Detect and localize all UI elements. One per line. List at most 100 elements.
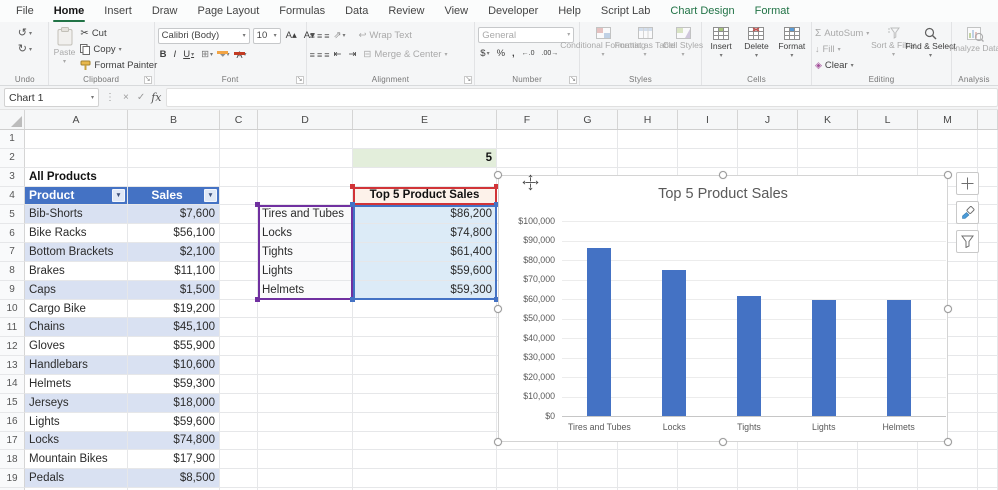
cell-partial[interactable] xyxy=(978,130,998,149)
align-bottom-button[interactable]: ≡ xyxy=(324,31,328,41)
increase-font-button[interactable]: A▴ xyxy=(284,30,299,41)
accounting-format-button[interactable]: $▾ xyxy=(478,48,491,59)
cell-C13[interactable] xyxy=(220,356,258,375)
cell-D19[interactable] xyxy=(258,469,353,488)
cell-F19[interactable] xyxy=(497,469,558,488)
font-name-select[interactable]: Calibri (Body)▾ xyxy=(158,28,250,44)
ribbon-tab-script-lab[interactable]: Script Lab xyxy=(591,0,661,22)
cell-E2[interactable]: 5 xyxy=(353,149,497,168)
cell-I18[interactable] xyxy=(678,450,738,469)
cell-K19[interactable] xyxy=(798,469,858,488)
confirm-entry-button[interactable]: ✓ xyxy=(135,92,147,103)
align-right-button[interactable]: ≡ xyxy=(324,50,328,60)
cell-A13[interactable]: Handlebars xyxy=(25,356,128,375)
font-color-button[interactable]: A▾ xyxy=(234,51,248,59)
cell-M19[interactable] xyxy=(918,469,978,488)
cell-partial[interactable] xyxy=(978,413,998,432)
cell-A12[interactable]: Gloves xyxy=(25,337,128,356)
cell-A5[interactable]: Bib-Shorts xyxy=(25,205,128,224)
format-as-table-button[interactable]: Format as Table▾ xyxy=(626,25,664,60)
cell-D8[interactable]: Lights xyxy=(258,262,353,281)
cell-A17[interactable]: Locks xyxy=(25,432,128,451)
cell-A9[interactable]: Caps xyxy=(25,281,128,300)
cell-A10[interactable]: Cargo Bike xyxy=(25,300,128,319)
cell-C2[interactable] xyxy=(220,149,258,168)
ribbon-tab-home[interactable]: Home xyxy=(44,0,95,22)
merge-center-button[interactable]: ⊟Merge & Center▾ xyxy=(363,47,447,62)
align-center-button[interactable]: ≡ xyxy=(317,50,321,60)
cell-E13[interactable] xyxy=(353,356,497,375)
ribbon-tab-view[interactable]: View xyxy=(434,0,478,22)
cell-D14[interactable] xyxy=(258,375,353,394)
column-header-J[interactable]: J xyxy=(738,110,798,129)
chart-resize-handle[interactable] xyxy=(719,438,727,446)
ribbon-tab-help[interactable]: Help xyxy=(548,0,591,22)
cell-D2[interactable] xyxy=(258,149,353,168)
cell-G1[interactable] xyxy=(558,130,618,149)
cell-partial[interactable] xyxy=(978,375,998,394)
cell-E3[interactable] xyxy=(353,168,497,187)
cell-K2[interactable] xyxy=(798,149,858,168)
cell-F1[interactable] xyxy=(497,130,558,149)
ribbon-tab-draw[interactable]: Draw xyxy=(142,0,188,22)
cell-L19[interactable] xyxy=(858,469,918,488)
cell-C10[interactable] xyxy=(220,300,258,319)
delete-cells-button[interactable]: Delete▾ xyxy=(740,25,772,61)
filter-dropdown-icon[interactable]: ▼ xyxy=(204,189,217,202)
column-header-K[interactable]: K xyxy=(798,110,858,129)
cell-C16[interactable] xyxy=(220,413,258,432)
cell-partial[interactable] xyxy=(978,243,998,262)
format-painter-button[interactable]: Format Painter xyxy=(80,58,157,73)
cell-A6[interactable]: Bike Racks xyxy=(25,224,128,243)
increase-indent-button[interactable]: ⇥ xyxy=(346,49,358,60)
ribbon-tab-file[interactable]: File xyxy=(6,0,44,22)
cell-B7[interactable]: $2,100 xyxy=(128,243,220,262)
cell-C14[interactable] xyxy=(220,375,258,394)
column-header-A[interactable]: A xyxy=(25,110,128,129)
chart-resize-handle[interactable] xyxy=(719,171,727,179)
cell-A16[interactable]: Lights xyxy=(25,413,128,432)
cell-A15[interactable]: Jerseys xyxy=(25,394,128,413)
cell-B3[interactable] xyxy=(128,168,220,187)
cell-E12[interactable] xyxy=(353,337,497,356)
align-middle-button[interactable]: ≡ xyxy=(317,31,321,41)
column-header-B[interactable]: B xyxy=(128,110,220,129)
copy-button[interactable]: Copy▾ xyxy=(80,42,157,57)
cell-B18[interactable]: $17,900 xyxy=(128,450,220,469)
cell-B16[interactable]: $59,600 xyxy=(128,413,220,432)
format-cells-button[interactable]: Format▾ xyxy=(776,25,808,61)
cell-B8[interactable]: $11,100 xyxy=(128,262,220,281)
row-header-18[interactable]: 18 xyxy=(0,450,25,469)
cell-B11[interactable]: $45,100 xyxy=(128,318,220,337)
column-header-G[interactable]: G xyxy=(558,110,618,129)
cell-E10[interactable] xyxy=(353,300,497,319)
decrease-decimal-button[interactable]: .00→ xyxy=(540,50,561,57)
cell-B5[interactable]: $7,600 xyxy=(128,205,220,224)
dialog-launcher-icon[interactable]: ↘ xyxy=(296,76,304,84)
cell-E19[interactable] xyxy=(353,469,497,488)
cell-partial[interactable] xyxy=(978,149,998,168)
cell-D7[interactable]: Tights xyxy=(258,243,353,262)
cell-partial[interactable] xyxy=(978,281,998,300)
ribbon-tab-formulas[interactable]: Formulas xyxy=(269,0,335,22)
cell-D9[interactable]: Helmets xyxy=(258,281,353,300)
analyze-data-button[interactable]: Analyze Data xyxy=(955,25,995,55)
column-header-M[interactable]: M xyxy=(918,110,978,129)
cell-C3[interactable] xyxy=(220,168,258,187)
cell-H19[interactable] xyxy=(618,469,678,488)
font-size-select[interactable]: 10▾ xyxy=(253,28,281,44)
cell-A1[interactable] xyxy=(25,130,128,149)
row-header-10[interactable]: 10 xyxy=(0,300,25,319)
cell-E16[interactable] xyxy=(353,413,497,432)
chart-resize-handle[interactable] xyxy=(944,438,952,446)
cell-partial[interactable] xyxy=(978,394,998,413)
chart-filters-button[interactable] xyxy=(956,230,979,253)
column-header-C[interactable]: C xyxy=(220,110,258,129)
cell-A7[interactable]: Bottom Brackets xyxy=(25,243,128,262)
row-header-15[interactable]: 15 xyxy=(0,394,25,413)
ribbon-tab-developer[interactable]: Developer xyxy=(478,0,548,22)
cell-D18[interactable] xyxy=(258,450,353,469)
cut-button[interactable]: ✂Cut xyxy=(80,26,157,41)
name-box[interactable]: Chart 1▾ xyxy=(4,88,99,107)
cell-C19[interactable] xyxy=(220,469,258,488)
